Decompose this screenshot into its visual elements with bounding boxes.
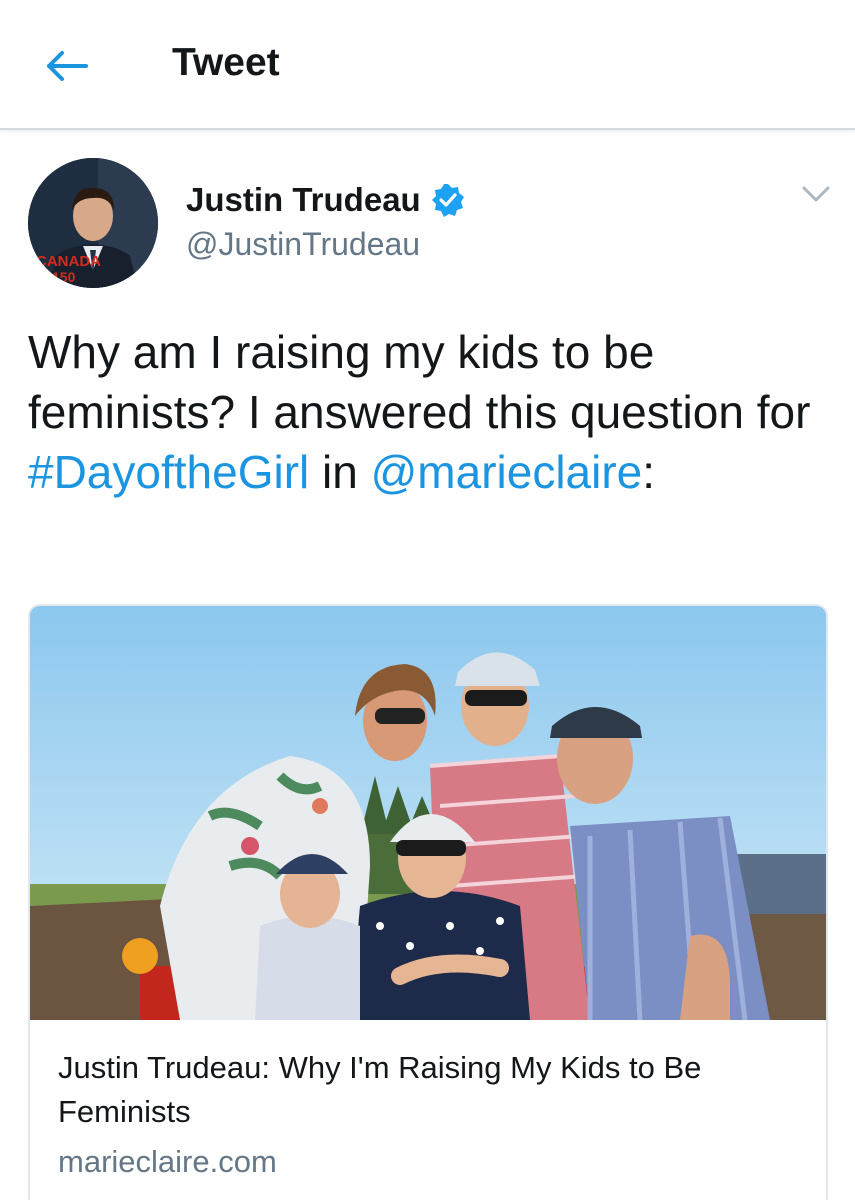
verified-badge-icon [431, 183, 465, 217]
card-image [30, 606, 826, 1020]
top-app-bar: Tweet [0, 0, 855, 130]
card-title: Justin Trudeau: Why I'm Raising My Kids … [58, 1050, 702, 1129]
tweet-text: Why am I raising my kids to be feminists… [28, 322, 828, 502]
author-name: Justin Trudeau [186, 181, 421, 218]
link-preview-card[interactable]: Justin Trudeau: Why I'm Raising My Kids … [28, 604, 828, 1200]
avatar[interactable]: CANADA 150 [28, 158, 158, 288]
tweet-menu-button[interactable] [796, 176, 836, 212]
author-handle[interactable]: @JustinTrudeau [186, 226, 420, 263]
tweet-text-part: in [309, 446, 371, 498]
arrow-left-icon [47, 51, 88, 81]
page-title: Tweet [172, 41, 280, 84]
svg-text:CANADA: CANADA [36, 253, 101, 270]
card-domain: marieclaire.com [58, 1144, 277, 1179]
svg-text:150: 150 [52, 269, 76, 285]
chevron-down-icon [802, 186, 830, 202]
author-name-row[interactable]: Justin Trudeau [186, 178, 465, 222]
mention-link[interactable]: @marieclaire [371, 446, 643, 498]
tweet-text-part: Why am I raising my kids to be feminists… [28, 326, 811, 438]
tweet-text-part: : [642, 446, 656, 498]
back-button[interactable] [40, 40, 92, 92]
hashtag-link[interactable]: #DayoftheGirl [28, 446, 309, 498]
